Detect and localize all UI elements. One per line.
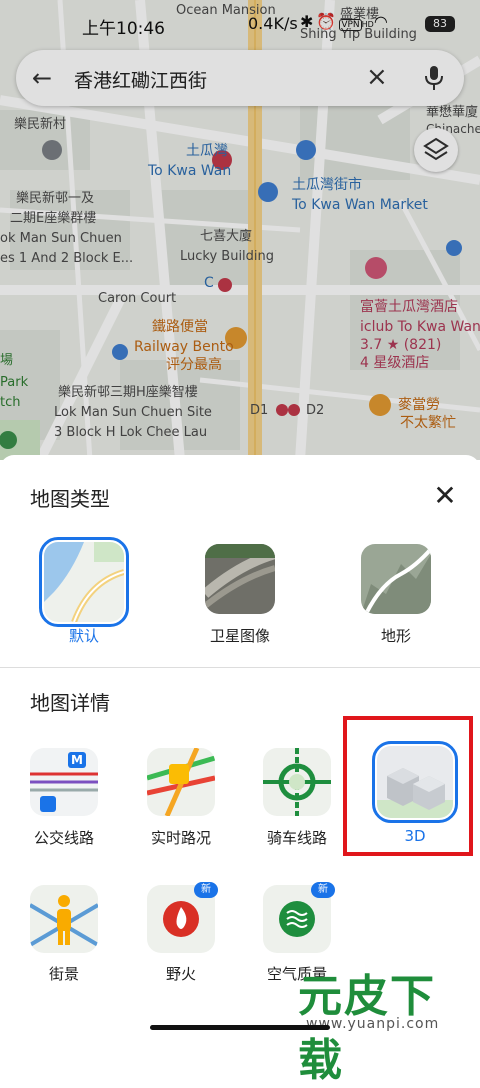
map-scrim [0,0,480,460]
map-type-label: 地形 [380,627,411,645]
detail-label: 野火 [165,965,196,983]
map-type-default-tile[interactable] [39,537,129,627]
detail-label: 实时路况 [150,829,211,847]
transit-badge: M [71,753,83,767]
default-map-thumbnail [44,542,124,622]
map-type-title: 地图类型 [30,487,110,511]
map-details-title: 地图详情 [30,691,110,715]
map-type-terrain-tile[interactable] [361,544,431,614]
bicycling-layer-tile[interactable] [263,748,331,816]
traffic-icon [147,748,215,816]
terrain-map-thumbnail [361,544,431,614]
satellite-map-thumbnail [205,544,275,614]
detail-label: 骑车线路 [266,829,327,847]
close-icon[interactable]: ✕ [430,481,460,511]
transit-layer-tile[interactable]: M [30,748,98,816]
detail-label: 街景 [48,965,79,983]
highlight-frame [343,716,473,856]
detail-label: 公交线路 [33,829,94,847]
bicycling-icon [263,748,331,816]
traffic-layer-tile[interactable] [147,748,215,816]
section-divider [0,667,480,668]
map-type-label: 卫星图像 [209,627,270,645]
street-view-layer-tile[interactable] [30,885,98,953]
new-badge: 新 [194,882,218,898]
pegman-icon [30,885,98,953]
transit-icon [30,748,98,816]
gesture-handle[interactable] [150,1025,330,1030]
map-type-satellite-tile[interactable] [205,544,275,614]
new-badge: 新 [311,882,335,898]
map-type-label: 默认 [68,627,99,645]
